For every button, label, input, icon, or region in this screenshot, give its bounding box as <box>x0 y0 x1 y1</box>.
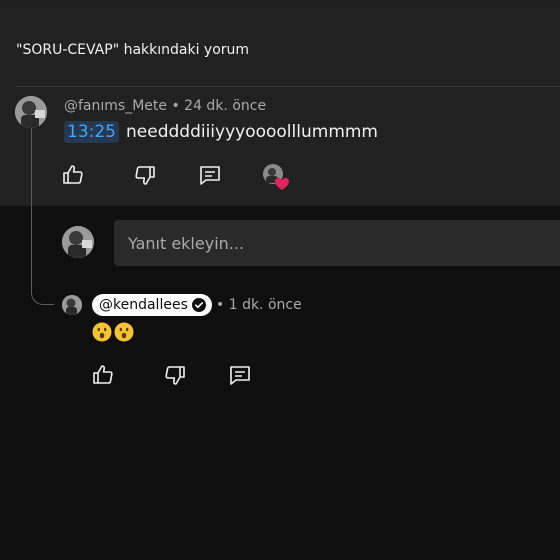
reply-author-chip[interactable]: @kendallees <box>92 294 212 316</box>
panel-title: "SORU-CEVAP" hakkındaki yorum <box>16 42 250 58</box>
reply-text: 😮 😮 <box>92 322 134 342</box>
surprised-face-icon <box>92 322 112 342</box>
replier-avatar[interactable] <box>62 295 82 315</box>
surprised-face-icon <box>114 322 134 342</box>
verified-icon <box>191 298 206 312</box>
top-bar <box>0 0 560 8</box>
reply-time: • 1 dk. önce <box>216 297 302 313</box>
divider <box>16 86 560 87</box>
reply-author: @kendallees <box>99 297 188 313</box>
commenter-avatar[interactable] <box>15 96 47 128</box>
reply-reply-icon[interactable] <box>228 363 252 387</box>
comment-body: 13:25 needdddiiiyyyoooolllummmm <box>64 121 378 143</box>
reply-input[interactable] <box>114 220 560 266</box>
creator-heart-icon <box>262 163 290 191</box>
comment-author[interactable]: @fanıms_Mete <box>64 98 167 114</box>
thumb-down-icon[interactable] <box>133 163 157 187</box>
comment-time: • 24 dk. önce <box>171 98 267 114</box>
thread-line <box>31 128 54 305</box>
comment-meta: @fanıms_Mete • 24 dk. önce <box>64 98 266 114</box>
reply-thumb-down-icon[interactable] <box>163 363 187 387</box>
thumb-up-icon[interactable] <box>61 163 85 187</box>
user-avatar <box>62 226 94 258</box>
timestamp-link[interactable]: 13:25 <box>64 121 119 143</box>
comment-text: needdddiiiyyyoooolllummmm <box>126 122 378 142</box>
reply-icon[interactable] <box>198 163 222 187</box>
reply-thumb-up-icon[interactable] <box>91 363 115 387</box>
